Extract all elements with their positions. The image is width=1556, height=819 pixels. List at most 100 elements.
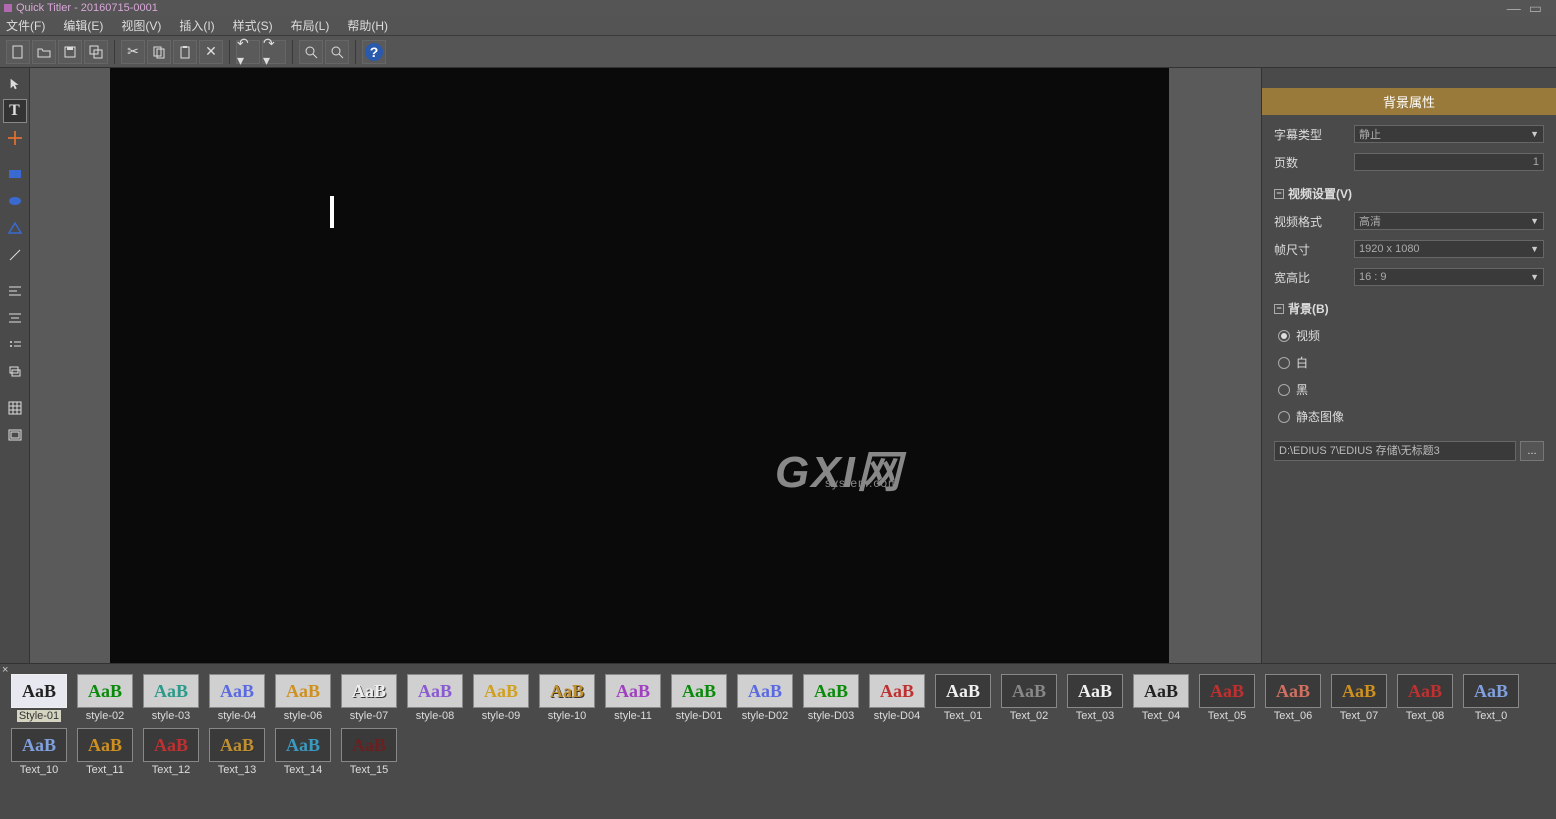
style-item[interactable]: AaBText_08 bbox=[1394, 674, 1456, 722]
new-button[interactable] bbox=[6, 40, 30, 64]
undo-button[interactable]: ↶ ▾ bbox=[236, 40, 260, 64]
style-thumb[interactable]: AaB bbox=[605, 674, 661, 708]
subtitle-type-dropdown[interactable]: 静止▼ bbox=[1354, 125, 1544, 143]
align-left-tool[interactable] bbox=[3, 279, 27, 303]
radio-black[interactable]: 黑 bbox=[1278, 381, 1544, 398]
close-icon[interactable]: × bbox=[2, 664, 8, 676]
menu-style[interactable]: 样式(S) bbox=[233, 17, 273, 34]
style-thumb[interactable]: AaB bbox=[1067, 674, 1123, 708]
rectangle-tool[interactable] bbox=[3, 162, 27, 186]
style-item[interactable]: AaBText_07 bbox=[1328, 674, 1390, 722]
style-item[interactable]: AaBText_01 bbox=[932, 674, 994, 722]
aspect-dropdown[interactable]: 16 : 9▼ bbox=[1354, 268, 1544, 286]
style-thumb[interactable]: AaB bbox=[407, 674, 463, 708]
style-thumb[interactable]: AaB bbox=[1001, 674, 1057, 708]
bg-section-header[interactable]: −背景(B) bbox=[1274, 300, 1544, 317]
menu-file[interactable]: 文件(F) bbox=[6, 17, 45, 34]
help-button[interactable]: ? bbox=[362, 40, 386, 64]
maximize-icon[interactable]: ▭ bbox=[1529, 0, 1542, 17]
style-item[interactable]: AaBstyle-D03 bbox=[800, 674, 862, 722]
ellipse-tool[interactable] bbox=[3, 189, 27, 213]
style-item[interactable]: AaBText_06 bbox=[1262, 674, 1324, 722]
menu-layout[interactable]: 布局(L) bbox=[291, 17, 330, 34]
style-item[interactable]: AaBstyle-03 bbox=[140, 674, 202, 722]
style-thumb[interactable]: AaB bbox=[1199, 674, 1255, 708]
style-thumb[interactable]: AaB bbox=[11, 674, 67, 708]
save-button[interactable] bbox=[58, 40, 82, 64]
style-thumb[interactable]: AaB bbox=[737, 674, 793, 708]
frame-size-dropdown[interactable]: 1920 x 1080▼ bbox=[1354, 240, 1544, 258]
style-item[interactable]: AaBstyle-11 bbox=[602, 674, 664, 722]
style-thumb[interactable]: AaB bbox=[341, 728, 397, 762]
style-thumb[interactable]: AaB bbox=[77, 728, 133, 762]
style-item[interactable]: AaBText_04 bbox=[1130, 674, 1192, 722]
style-thumb[interactable]: AaB bbox=[473, 674, 529, 708]
paste-button[interactable] bbox=[173, 40, 197, 64]
style-item[interactable]: AaBText_11 bbox=[74, 728, 136, 776]
style-item[interactable]: AaBText_13 bbox=[206, 728, 268, 776]
text-tool[interactable]: T bbox=[3, 99, 27, 123]
video-format-dropdown[interactable]: 高清▼ bbox=[1354, 212, 1544, 230]
triangle-tool[interactable] bbox=[3, 216, 27, 240]
style-item[interactable]: AaBText_02 bbox=[998, 674, 1060, 722]
style-item[interactable]: AaBstyle-02 bbox=[74, 674, 136, 722]
layer-tool[interactable] bbox=[3, 360, 27, 384]
style-thumb[interactable]: AaB bbox=[539, 674, 595, 708]
list-tool[interactable] bbox=[3, 333, 27, 357]
style-thumb[interactable]: AaB bbox=[803, 674, 859, 708]
style-item[interactable]: AaBstyle-D01 bbox=[668, 674, 730, 722]
radio-white[interactable]: 白 bbox=[1278, 354, 1544, 371]
select-tool[interactable] bbox=[3, 72, 27, 96]
line-tool[interactable] bbox=[3, 243, 27, 267]
browse-button[interactable]: ... bbox=[1520, 441, 1544, 461]
style-thumb[interactable]: AaB bbox=[935, 674, 991, 708]
minimize-icon[interactable]: — bbox=[1507, 0, 1521, 17]
radio-video[interactable]: 视频 bbox=[1278, 327, 1544, 344]
menu-edit[interactable]: 编辑(E) bbox=[63, 17, 103, 34]
style-thumb[interactable]: AaB bbox=[1331, 674, 1387, 708]
style-item[interactable]: AaBstyle-04 bbox=[206, 674, 268, 722]
style-item[interactable]: AaBText_0 bbox=[1460, 674, 1522, 722]
style-thumb[interactable]: AaB bbox=[11, 728, 67, 762]
save-as-button[interactable] bbox=[84, 40, 108, 64]
zoom-fit-button[interactable] bbox=[299, 40, 323, 64]
menu-help[interactable]: 帮助(H) bbox=[347, 17, 388, 34]
menu-view[interactable]: 视图(V) bbox=[121, 17, 161, 34]
safe-area-tool[interactable] bbox=[3, 423, 27, 447]
path-field[interactable]: D:\EDIUS 7\EDIUS 存储\无标题3 bbox=[1274, 441, 1516, 461]
style-thumb[interactable]: AaB bbox=[1265, 674, 1321, 708]
align-center-tool[interactable] bbox=[3, 306, 27, 330]
style-thumb[interactable]: AaB bbox=[275, 674, 331, 708]
style-item[interactable]: AaBStyle-01 bbox=[8, 674, 70, 722]
style-item[interactable]: AaBText_12 bbox=[140, 728, 202, 776]
open-button[interactable] bbox=[32, 40, 56, 64]
copy-button[interactable] bbox=[147, 40, 171, 64]
style-item[interactable]: AaBstyle-D04 bbox=[866, 674, 928, 722]
style-item[interactable]: AaBstyle-10 bbox=[536, 674, 598, 722]
style-thumb[interactable]: AaB bbox=[209, 674, 265, 708]
style-thumb[interactable]: AaB bbox=[1133, 674, 1189, 708]
radio-static[interactable]: 静态图像 bbox=[1278, 408, 1544, 425]
canvas[interactable]: GXI网 system.com bbox=[110, 68, 1169, 663]
video-section-header[interactable]: −视频设置(V) bbox=[1274, 185, 1544, 202]
style-item[interactable]: AaBText_03 bbox=[1064, 674, 1126, 722]
style-item[interactable]: AaBstyle-D02 bbox=[734, 674, 796, 722]
style-thumb[interactable]: AaB bbox=[671, 674, 727, 708]
style-item[interactable]: AaBstyle-08 bbox=[404, 674, 466, 722]
style-item[interactable]: AaBText_14 bbox=[272, 728, 334, 776]
style-item[interactable]: AaBText_05 bbox=[1196, 674, 1258, 722]
style-thumb[interactable]: AaB bbox=[209, 728, 265, 762]
zoom-button[interactable] bbox=[325, 40, 349, 64]
style-thumb[interactable]: AaB bbox=[143, 728, 199, 762]
redo-button[interactable]: ↷ ▾ bbox=[262, 40, 286, 64]
crosshair-tool[interactable] bbox=[3, 126, 27, 150]
style-thumb[interactable]: AaB bbox=[1397, 674, 1453, 708]
grid-tool[interactable] bbox=[3, 396, 27, 420]
style-thumb[interactable]: AaB bbox=[143, 674, 199, 708]
style-item[interactable]: AaBText_15 bbox=[338, 728, 400, 776]
style-thumb[interactable]: AaB bbox=[77, 674, 133, 708]
style-item[interactable]: AaBstyle-07 bbox=[338, 674, 400, 722]
style-item[interactable]: AaBstyle-06 bbox=[272, 674, 334, 722]
menu-insert[interactable]: 插入(I) bbox=[179, 17, 214, 34]
style-thumb[interactable]: AaB bbox=[1463, 674, 1519, 708]
